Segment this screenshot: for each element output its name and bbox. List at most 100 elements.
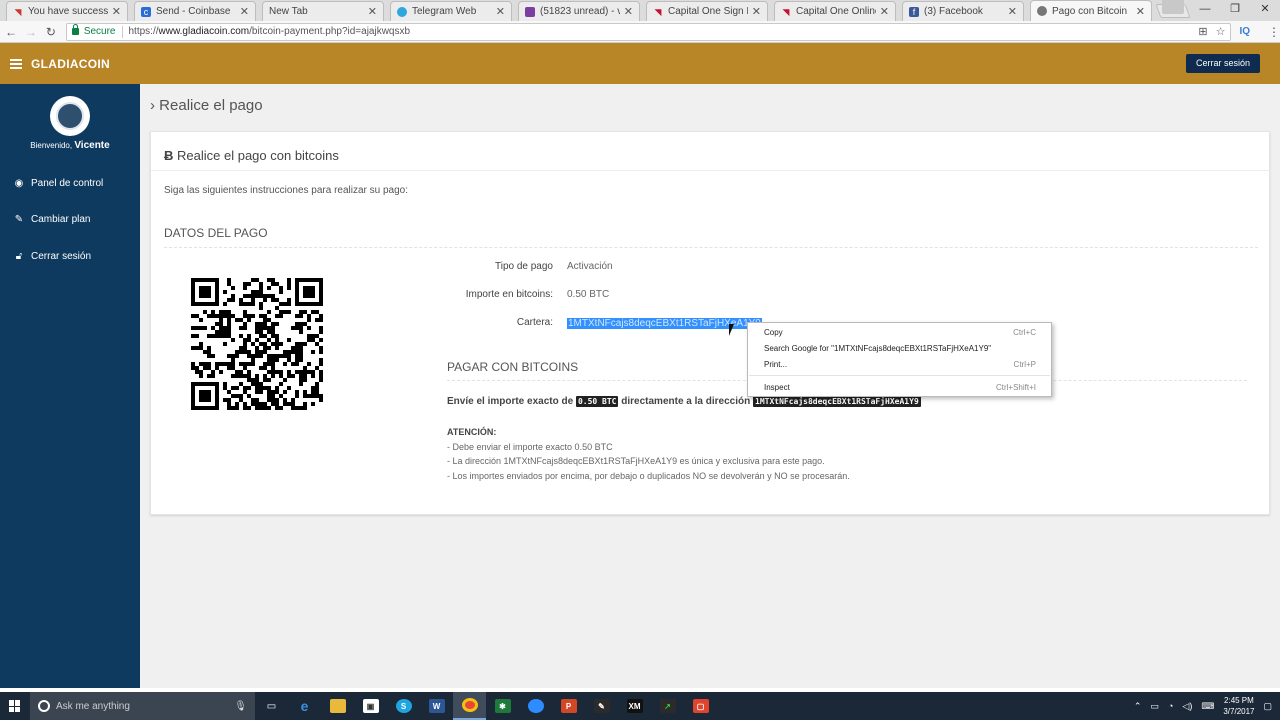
tray-chevron-icon[interactable]: ⌃ <box>1134 701 1142 712</box>
edge-icon[interactable]: e <box>288 692 321 720</box>
cortana-search-input[interactable]: Ask me anything 🎙︎ <box>30 692 255 720</box>
sidebar-item-panel-de-control[interactable]: ◉ Panel de control <box>13 178 104 189</box>
trading-icon[interactable]: ↗ <box>651 692 684 720</box>
attention-title: ATENCIÓN: <box>447 427 497 437</box>
page-title: Realice el pago <box>159 97 263 114</box>
url-host: www.gladiacoin.com <box>158 26 250 37</box>
hamburger-menu-icon[interactable] <box>10 58 22 69</box>
dashboard-icon: ◉ <box>14 178 24 189</box>
main-content: › Realice el pago Ƀ Realice el pago con … <box>140 84 1280 688</box>
browser-tab[interactable]: f (3) Facebook ✕ <box>902 1 1024 21</box>
url-input[interactable]: Secure https://www.gladiacoin.com/bitcoi… <box>65 22 1232 41</box>
context-menu-item-copy[interactable]: Copy Ctrl+C <box>764 328 1036 337</box>
cortana-icon <box>38 700 50 712</box>
amount-value: 0.50 BTC <box>567 289 610 300</box>
clock-date: 3/7/2017 <box>1223 707 1255 716</box>
task-view-icon[interactable]: ▭ <box>255 692 288 720</box>
sidebar-item-cambiar-plan[interactable]: ✎ Cambiar plan <box>13 214 91 225</box>
tab-title: You have successfully la <box>28 6 108 17</box>
context-menu-item-search-google[interactable]: Search Google for "1MTXtNFcajs8deqcEBXt1… <box>764 344 1036 353</box>
sidebar-item-cerrar-sesion[interactable]: 🔓︎ Cerrar sesión <box>13 251 91 262</box>
tab-close-icon[interactable]: ✕ <box>1136 5 1145 18</box>
browser-tab[interactable]: c Send - Coinbase ✕ <box>134 1 256 21</box>
zoom-icon[interactable] <box>519 692 552 720</box>
tab-favicon-icon <box>397 6 407 17</box>
field-label: Tipo de pago <box>494 261 553 272</box>
system-tray: ⌃ ▭ ◔ ◁) ⌨ 2:45 PM 3/7/2017 ▢ <box>1134 695 1280 717</box>
tab-close-icon[interactable]: ✕ <box>496 5 505 18</box>
attention-block: ATENCIÓN: - Debe enviar el importe exact… <box>447 425 850 483</box>
back-icon[interactable]: ← <box>2 25 20 39</box>
microphone-icon[interactable]: 🎙︎ <box>234 701 247 712</box>
browser-tab[interactable]: ◥ You have successfully la ✕ <box>6 1 128 21</box>
extension-iq-icon[interactable]: IQ <box>1239 26 1250 37</box>
keyboard-icon[interactable]: ⌨ <box>1201 701 1214 712</box>
powerpoint-icon[interactable]: P <box>552 692 585 720</box>
tab-title: Pago con Bitcoin <box>1052 5 1128 17</box>
tab-title: Telegram Web <box>412 6 477 17</box>
app-orange-icon[interactable]: ▢ <box>684 692 717 720</box>
tab-close-icon[interactable]: ✕ <box>368 5 377 18</box>
app-dark-icon[interactable]: ✎ <box>585 692 618 720</box>
tab-close-icon[interactable]: ✕ <box>752 5 761 18</box>
start-button[interactable] <box>0 692 30 720</box>
tab-title: Capital One Online Ban <box>796 6 876 17</box>
menu-item-label: Search Google for "1MTXtNFcajs8deqcEBXt1… <box>764 344 992 353</box>
restore-icon[interactable]: ❐ <box>1220 0 1250 20</box>
secure-indicator[interactable]: Secure <box>71 24 116 37</box>
context-menu-item-inspect[interactable]: Inspect Ctrl+Shift+I <box>764 383 1036 392</box>
browser-menu-icon[interactable]: ⋮ <box>1268 25 1280 39</box>
battery-icon[interactable]: ▭ <box>1150 701 1159 712</box>
breadcrumb: › Realice el pago <box>150 97 263 114</box>
profile-button[interactable] <box>1162 0 1184 14</box>
store-icon[interactable]: ▣ <box>354 692 387 720</box>
tab-close-icon[interactable]: ✕ <box>880 5 889 18</box>
tab-favicon-icon: ◥ <box>14 6 22 17</box>
close-window-icon[interactable]: ✕ <box>1250 0 1280 20</box>
divider <box>121 25 123 38</box>
field-label: Importe en bitcoins: <box>465 289 553 300</box>
volume-icon[interactable]: ◁) <box>1182 701 1192 712</box>
browser-tab[interactable]: ◥ Capital One Online Ban ✕ <box>774 1 896 21</box>
notifications-icon[interactable]: ▢ <box>1263 701 1272 712</box>
tab-favicon-icon: ◥ <box>782 6 790 17</box>
url-path: /bitcoin-payment.php?id=ajajkwqsxb <box>249 26 411 37</box>
tab-title: Send - Coinbase <box>156 6 231 17</box>
tab-close-icon[interactable]: ✕ <box>112 5 121 18</box>
pay-address-code: 1MTXtNFcajs8deqcEBXt1RSTaFjHXeA1Y9 <box>753 396 921 407</box>
menu-item-shortcut: Ctrl+P <box>1013 360 1036 369</box>
browser-tab-active[interactable]: Pago con Bitcoin ✕ <box>1030 0 1152 21</box>
search-placeholder: Ask me anything <box>56 700 130 712</box>
tab-title: Capital One Sign In - Ac <box>668 6 748 17</box>
reload-icon[interactable]: ↻ <box>42 25 60 39</box>
context-menu-item-print[interactable]: Print... Ctrl+P <box>764 360 1036 369</box>
app-green-icon[interactable]: ✱ <box>486 692 519 720</box>
tab-close-icon[interactable]: ✕ <box>1008 5 1017 18</box>
tab-favicon-icon <box>1037 6 1047 16</box>
windows-logo-icon <box>9 700 21 712</box>
clock[interactable]: 2:45 PM 3/7/2017 <box>1223 695 1254 717</box>
bookmark-star-icon[interactable]: ☆ <box>1216 25 1226 38</box>
word-icon[interactable]: W <box>420 692 453 720</box>
skype-icon[interactable]: S <box>387 692 420 720</box>
tab-favicon-icon: f <box>909 6 919 17</box>
browser-tab[interactable]: ◥ Capital One Sign In - Ac ✕ <box>646 1 768 21</box>
browser-tab[interactable]: Telegram Web ✕ <box>390 1 512 21</box>
browser-tab[interactable]: (51823 unread) - vicent ✕ <box>518 1 640 21</box>
address-bar: ← → ↻ Secure https://www.gladiacoin.com/… <box>0 21 1280 43</box>
file-explorer-icon[interactable] <box>321 692 354 720</box>
browser-tab[interactable]: New Tab ✕ <box>262 1 384 21</box>
xm-icon[interactable]: XM <box>618 692 651 720</box>
card-title: Ƀ Realice el pago con bitcoins <box>164 148 339 163</box>
logout-button[interactable]: Cerrar sesión <box>1185 54 1260 73</box>
brand-logo[interactable]: GLADIACOIN <box>31 57 110 71</box>
menu-item-shortcut: Ctrl+Shift+I <box>995 383 1036 392</box>
wifi-icon[interactable]: ◔ <box>1168 701 1173 711</box>
translate-icon[interactable]: ⊞ <box>1198 25 1207 38</box>
forward-icon[interactable]: → <box>22 25 40 39</box>
minimize-icon[interactable]: — <box>1190 0 1220 20</box>
tab-close-icon[interactable]: ✕ <box>240 5 249 18</box>
tab-close-icon[interactable]: ✕ <box>624 5 633 18</box>
mouse-cursor-icon <box>729 324 739 336</box>
chrome-icon[interactable] <box>453 692 486 720</box>
